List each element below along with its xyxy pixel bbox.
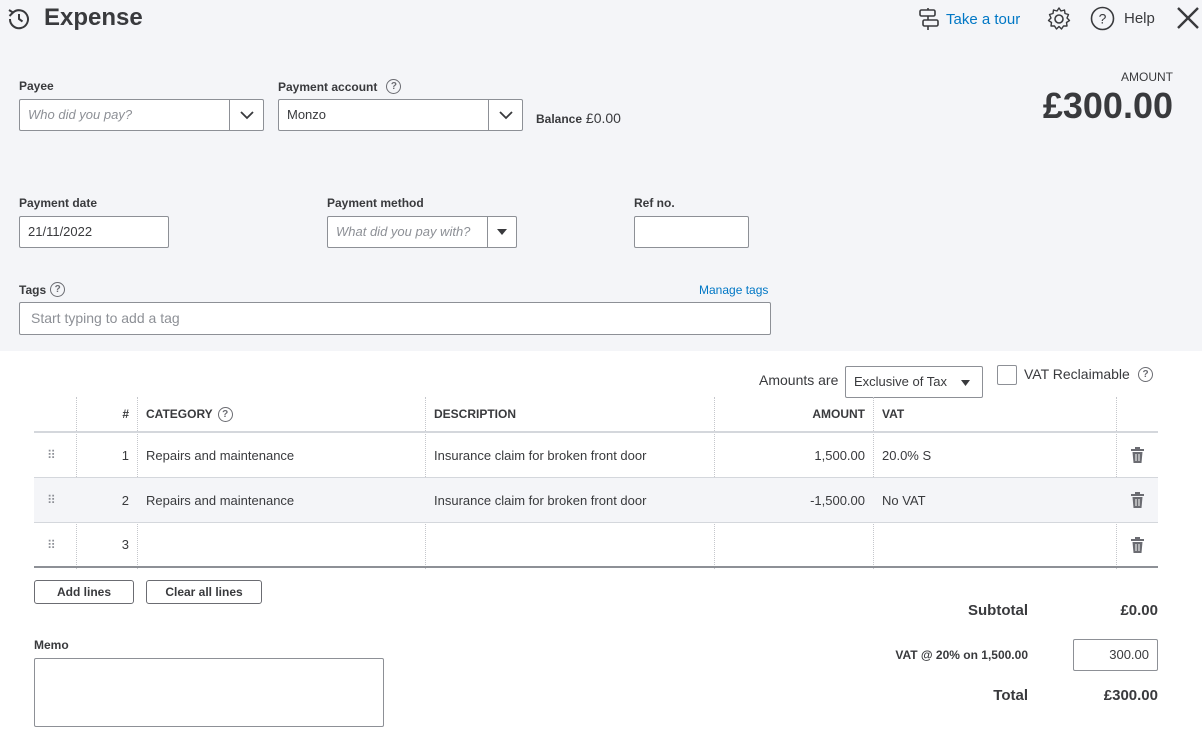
payment-account-help-icon[interactable]: ? — [386, 79, 402, 94]
table-row[interactable]: ⠿ 3 — [34, 523, 1158, 568]
help-label: Help — [1124, 10, 1155, 27]
vat-reclaimable-checkbox[interactable] — [997, 365, 1017, 385]
row-amount[interactable]: 1,500.00 — [714, 433, 865, 477]
payee-placeholder: Who did you pay? — [28, 107, 133, 122]
help-link[interactable]: ? Help — [1090, 6, 1155, 31]
table-header-row: # CATEGORY ? DESCRIPTION AMOUNT VAT — [34, 397, 1158, 433]
ref-no-input[interactable] — [634, 216, 749, 248]
clear-all-lines-button[interactable]: Clear all lines — [146, 580, 262, 604]
drag-handle-icon[interactable]: ⠿ — [47, 478, 56, 522]
tags-label: Tags — [19, 282, 47, 297]
ref-no-label: Ref no. — [634, 196, 675, 210]
vat-amount-input[interactable]: 300.00 — [1073, 639, 1158, 671]
row-num: 3 — [121, 537, 129, 552]
history-icon[interactable] — [6, 6, 32, 32]
table-row[interactable]: ⠿ 1 Repairs and maintenance Insurance cl… — [34, 433, 1158, 478]
amounts-are-select[interactable]: Exclusive of Tax — [845, 366, 983, 398]
row-category[interactable]: Repairs and maintenance — [146, 433, 294, 477]
tags-placeholder: Start typing to add a tag — [31, 310, 180, 326]
chevron-down-icon — [239, 110, 254, 119]
help-icon: ? — [1090, 6, 1115, 31]
payment-date-label: Payment date — [19, 196, 98, 210]
vat-rate-label: VAT @ 20% on 1,500.00 — [895, 648, 1028, 662]
row-description[interactable]: Insurance claim for broken front door — [434, 478, 646, 522]
memo-label: Memo — [34, 638, 69, 652]
header-category: CATEGORY ? — [146, 397, 233, 431]
row-amount[interactable]: -1,500.00 — [714, 478, 865, 522]
subtotal-label: Subtotal — [968, 602, 1028, 619]
payment-method-dropdown-button[interactable] — [487, 217, 516, 247]
row-vat[interactable]: 20.0% S — [882, 433, 931, 477]
amount-value: £300.00 — [1042, 85, 1173, 126]
balance-label: Balance — [536, 112, 583, 126]
chevron-down-icon — [498, 110, 513, 119]
header-vat: VAT — [882, 407, 905, 421]
row-amount[interactable] — [714, 523, 865, 566]
take-a-tour-label: Take a tour — [946, 10, 1021, 28]
manage-tags-link[interactable]: Manage tags — [699, 283, 768, 297]
trash-icon[interactable] — [1131, 523, 1144, 566]
payee-label: Payee — [19, 79, 54, 93]
total-value: £300.00 — [1103, 687, 1158, 704]
tags-label-group: Tags ? — [19, 282, 66, 297]
add-lines-button[interactable]: Add lines — [34, 580, 134, 604]
payment-account-combobox[interactable]: Monzo — [278, 99, 523, 131]
amount-label: AMOUNT — [1121, 70, 1173, 84]
row-description[interactable]: Insurance claim for broken front door — [434, 433, 646, 477]
payment-method-combobox[interactable]: What did you pay with? — [327, 216, 517, 248]
subtotal-value: £0.00 — [1120, 602, 1158, 619]
amounts-are-value: Exclusive of Tax — [854, 374, 947, 389]
payee-combobox[interactable]: Who did you pay? — [19, 99, 264, 131]
take-a-tour-link[interactable]: Take a tour — [918, 7, 1020, 31]
tags-help-icon[interactable]: ? — [50, 282, 66, 297]
header-category-label: CATEGORY — [146, 407, 213, 421]
header-amount: AMOUNT — [812, 407, 865, 421]
tags-input[interactable]: Start typing to add a tag — [19, 302, 771, 335]
amounts-are-label: Amounts are — [759, 372, 839, 388]
balance-display: Balance £0.00 — [536, 110, 621, 126]
vat-reclaimable-label: VAT Reclaimable — [1024, 366, 1130, 382]
form-header-panel — [0, 0, 1202, 351]
trash-icon[interactable] — [1131, 478, 1144, 522]
row-vat[interactable]: No VAT — [882, 478, 926, 522]
payment-date-input[interactable]: 21/11/2022 — [19, 216, 169, 248]
payment-account-label: Payment account — [278, 79, 378, 94]
payment-method-label: Payment method — [327, 196, 424, 210]
row-num: 2 — [121, 492, 129, 508]
drag-handle-icon[interactable]: ⠿ — [47, 523, 56, 566]
header-description: DESCRIPTION — [434, 407, 517, 421]
header-num: # — [122, 407, 129, 421]
total-label: Total — [993, 687, 1028, 704]
gear-icon[interactable] — [1046, 6, 1072, 32]
vat-reclaimable-help-icon[interactable]: ? — [1138, 367, 1153, 382]
caret-down-icon — [961, 380, 970, 386]
payment-account-value: Monzo — [287, 107, 327, 122]
memo-textarea[interactable] — [34, 658, 384, 727]
table-row[interactable]: ⠿ 2 Repairs and maintenance Insurance cl… — [34, 478, 1158, 523]
trash-icon[interactable] — [1131, 433, 1144, 477]
payment-account-label-group: Payment account ? — [278, 79, 402, 94]
payee-dropdown-button[interactable] — [229, 100, 263, 130]
row-num: 1 — [121, 447, 129, 463]
drag-handle-icon[interactable]: ⠿ — [47, 433, 56, 477]
payment-method-placeholder: What did you pay with? — [336, 224, 471, 239]
row-category[interactable]: Repairs and maintenance — [146, 478, 294, 522]
close-icon[interactable] — [1176, 6, 1200, 30]
payment-account-dropdown-button[interactable] — [488, 100, 522, 130]
category-help-icon[interactable]: ? — [217, 406, 233, 422]
caret-down-icon — [497, 229, 507, 235]
balance-value: £0.00 — [585, 110, 621, 126]
page-title: Expense — [44, 4, 143, 31]
signpost-icon — [919, 8, 939, 30]
svg-text:?: ? — [1099, 11, 1107, 27]
